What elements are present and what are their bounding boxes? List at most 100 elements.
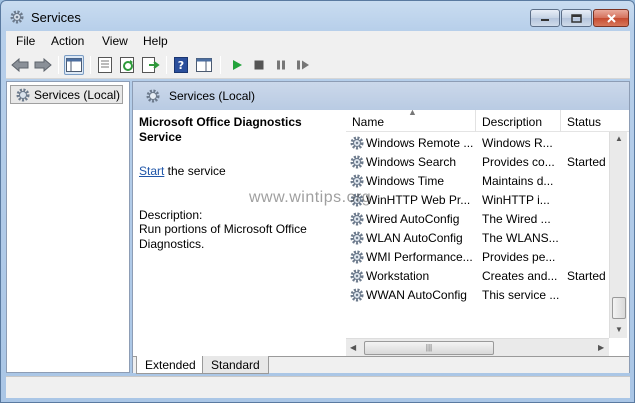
tree-item-services-local[interactable]: Services (Local) xyxy=(10,85,123,104)
service-row[interactable]: WinHTTP Web Pr... WinHTTP i... xyxy=(346,190,610,209)
service-row[interactable]: Wired AutoConfig The Wired ... xyxy=(346,209,610,228)
column-header-name[interactable]: ▲ Name xyxy=(346,110,476,132)
service-row[interactable]: WLAN AutoConfig The WLANS... xyxy=(346,228,610,247)
toolbar-separator xyxy=(166,56,167,74)
services-gear-icon xyxy=(146,89,160,103)
service-row[interactable]: WWAN AutoConfig This service ... xyxy=(346,285,610,304)
help-icon: ? xyxy=(174,57,188,73)
column-header-description-label: Description xyxy=(482,115,543,129)
list-header: ▲ Name Description Status xyxy=(346,110,629,132)
service-row[interactable]: WMI Performance... Provides pe... xyxy=(346,247,610,266)
service-row[interactable]: Windows Search Provides co... Started xyxy=(346,152,610,171)
tree-item-label: Services (Local) xyxy=(34,88,121,102)
scroll-up-icon[interactable]: ▲ xyxy=(615,134,623,143)
column-header-description[interactable]: Description xyxy=(476,110,561,132)
services-gear-icon xyxy=(16,88,30,102)
properties-button[interactable] xyxy=(95,55,115,75)
service-description: Provides co... xyxy=(482,155,555,169)
stop-service-button[interactable] xyxy=(249,55,269,75)
description-text: Run portions of Microsoft Office Diagnos… xyxy=(139,222,307,251)
menu-bar: File Action View Help xyxy=(6,31,630,51)
service-row[interactable]: Windows Remote ... Windows R... xyxy=(346,133,610,152)
tab-standard[interactable]: Standard xyxy=(202,356,269,374)
help-button[interactable]: ? xyxy=(171,55,191,75)
toolbar-separator xyxy=(58,56,59,74)
close-icon xyxy=(606,13,616,23)
column-header-status[interactable]: Status xyxy=(561,110,629,132)
start-service-link[interactable]: Start xyxy=(139,164,164,178)
column-header-status-label: Status xyxy=(567,115,602,129)
description-label: Description: xyxy=(139,208,203,222)
service-name: WWAN AutoConfig xyxy=(366,288,467,302)
scroll-down-icon[interactable]: ▼ xyxy=(615,325,623,334)
minimize-button[interactable] xyxy=(530,9,560,27)
minimize-icon xyxy=(541,19,549,21)
service-name: Wired AutoConfig xyxy=(366,212,460,226)
forward-arrow-icon xyxy=(34,58,52,72)
column-header-name-label: Name xyxy=(352,115,385,129)
horizontal-scrollbar[interactable]: ◀ ||| ▶ xyxy=(346,338,609,356)
horizontal-scroll-thumb[interactable]: ||| xyxy=(364,341,494,355)
service-details: Microsoft Office Diagnostics Service Sta… xyxy=(139,115,335,252)
back-arrow-icon xyxy=(11,58,29,72)
service-description: The Wired ... xyxy=(482,212,551,226)
toolbar-separator xyxy=(220,56,221,74)
show-action-pane-button[interactable] xyxy=(194,55,214,75)
service-row[interactable]: Workstation Creates and... Started xyxy=(346,266,610,285)
close-button[interactable] xyxy=(593,9,629,27)
svg-text:?: ? xyxy=(178,59,184,72)
restart-icon xyxy=(297,60,309,70)
services-pane: Services (Local) Microsoft Office Diagno… xyxy=(132,81,630,374)
service-name: WinHTTP Web Pr... xyxy=(366,193,471,207)
pause-icon xyxy=(277,60,285,70)
service-gear-icon xyxy=(350,155,364,169)
service-description: Windows R... xyxy=(482,136,553,150)
service-description: Creates and... xyxy=(482,269,558,283)
menu-view[interactable]: View xyxy=(102,34,128,48)
restart-service-button[interactable] xyxy=(293,55,313,75)
scroll-left-icon[interactable]: ◀ xyxy=(350,343,356,352)
back-button[interactable] xyxy=(10,55,30,75)
service-name: Windows Time xyxy=(366,174,445,188)
service-gear-icon xyxy=(350,212,364,226)
vertical-scrollbar[interactable]: ▲ ▼ xyxy=(609,132,627,338)
service-name: WLAN AutoConfig xyxy=(366,231,463,245)
tab-extended[interactable]: Extended xyxy=(136,356,205,374)
watermark-text: www.wintips.org xyxy=(249,189,372,206)
title-bar[interactable]: Services xyxy=(1,1,634,31)
service-description: WinHTTP i... xyxy=(482,193,550,207)
service-description: The WLANS... xyxy=(482,231,559,245)
menu-help[interactable]: Help xyxy=(143,34,168,48)
start-service-button[interactable] xyxy=(227,55,247,75)
scroll-right-icon[interactable]: ▶ xyxy=(598,343,604,352)
console-tree-icon xyxy=(66,58,82,72)
service-description: Maintains d... xyxy=(482,174,554,188)
refresh-button[interactable] xyxy=(118,55,138,75)
toolbar-separator xyxy=(90,56,91,74)
menu-file[interactable]: File xyxy=(16,34,35,48)
service-description: Provides pe... xyxy=(482,250,556,264)
pane-header: Services (Local) xyxy=(133,82,629,110)
export-list-button[interactable] xyxy=(141,55,161,75)
show-hide-console-tree-button[interactable] xyxy=(64,55,84,75)
menu-action[interactable]: Action xyxy=(51,34,84,48)
pane-title: Services (Local) xyxy=(169,89,256,103)
maximize-icon xyxy=(571,13,582,23)
service-row[interactable]: Windows Time Maintains d... xyxy=(346,171,610,190)
service-name: Windows Remote ... xyxy=(366,136,474,150)
maximize-button[interactable] xyxy=(561,9,592,27)
sort-ascending-icon: ▲ xyxy=(408,110,417,117)
service-gear-icon xyxy=(350,250,364,264)
service-gear-icon xyxy=(350,174,364,188)
selected-service-name: Microsoft Office Diagnostics Service xyxy=(139,115,302,144)
forward-button[interactable] xyxy=(33,55,53,75)
window-title: Services xyxy=(31,10,81,25)
refresh-icon xyxy=(120,57,134,73)
start-service-line: Start the service xyxy=(139,164,335,178)
service-gear-icon xyxy=(350,269,364,283)
export-list-icon xyxy=(142,57,160,73)
pause-service-button[interactable] xyxy=(271,55,291,75)
service-gear-icon xyxy=(350,288,364,302)
start-service-suffix: the service xyxy=(164,164,226,178)
vertical-scroll-thumb[interactable] xyxy=(612,297,626,319)
